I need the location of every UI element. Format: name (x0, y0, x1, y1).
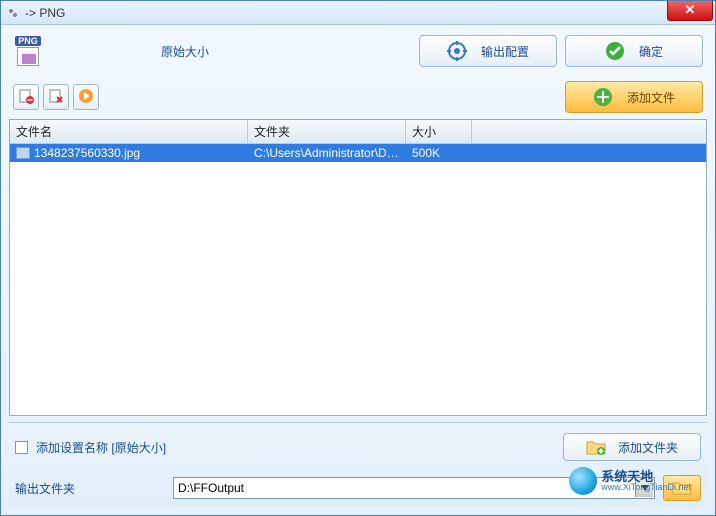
add-files-label: 添加文件 (627, 89, 675, 106)
ok-label: 确定 (639, 43, 663, 60)
append-row: 添加设置名称 [原始大小] 添加文件夹 (15, 433, 701, 461)
original-size-label: 原始大小 (161, 43, 209, 60)
cell-folder: C:\Users\Administrator\Des... (248, 145, 406, 161)
file-table: 文件名 文件夹 大小 1348237560330.jpg C:\Users\Ad… (9, 119, 707, 416)
window-title: -> PNG (25, 6, 65, 20)
folder-add-icon (586, 438, 606, 456)
bottom-panel: 添加设置名称 [原始大小] 添加文件夹 输出文件夹 D:\FFOutput (9, 422, 707, 507)
remove-icon (18, 88, 34, 107)
dropdown-arrow-icon (635, 479, 653, 497)
folder-open-icon (672, 480, 692, 496)
play-button[interactable] (73, 84, 99, 110)
plus-icon (593, 87, 613, 107)
app-window: -> PNG ✕ PNG 原始大小 输出配置 确定 (0, 0, 716, 516)
browse-button[interactable] (663, 475, 701, 501)
delete-icon (48, 88, 64, 107)
top-row: PNG 原始大小 输出配置 确定 (9, 33, 707, 75)
cell-name: 1348237560330.jpg (34, 146, 140, 160)
remove-button[interactable] (13, 84, 39, 110)
app-icon (5, 5, 21, 21)
ok-button[interactable]: 确定 (565, 35, 703, 67)
col-size[interactable]: 大小 (406, 120, 472, 143)
add-folder-label: 添加文件夹 (618, 439, 678, 456)
output-row: 输出文件夹 D:\FFOutput 系统天地 www.X (15, 475, 701, 501)
col-empty (472, 120, 706, 143)
format-doc-icon (17, 47, 39, 66)
play-icon (78, 88, 94, 107)
col-folder[interactable]: 文件夹 (248, 120, 406, 143)
output-config-label: 输出配置 (481, 43, 529, 60)
delete-button[interactable] (43, 84, 69, 110)
check-icon (605, 41, 625, 61)
output-config-button[interactable]: 输出配置 (419, 35, 557, 67)
output-folder-value: D:\FFOutput (178, 481, 244, 495)
file-icon (16, 147, 30, 159)
append-setting-label: 添加设置名称 [原始大小] (36, 439, 166, 456)
toolbar-row: 添加文件 (9, 81, 707, 113)
add-folder-button[interactable]: 添加文件夹 (563, 433, 701, 461)
table-row[interactable]: 1348237560330.jpg C:\Users\Administrator… (10, 144, 706, 162)
col-name[interactable]: 文件名 (10, 120, 248, 143)
table-body[interactable]: 1348237560330.jpg C:\Users\Administrator… (10, 144, 706, 415)
format-tag: PNG (15, 36, 41, 46)
output-folder-select[interactable]: D:\FFOutput (173, 477, 655, 499)
table-header: 文件名 文件夹 大小 (10, 120, 706, 144)
append-setting-checkbox[interactable] (15, 441, 28, 454)
titlebar: -> PNG ✕ (1, 1, 715, 25)
close-button[interactable]: ✕ (667, 1, 713, 21)
output-folder-label: 输出文件夹 (15, 480, 165, 497)
format-badge: PNG (13, 36, 43, 66)
gear-icon (447, 41, 467, 61)
cell-size: 500K (406, 145, 472, 161)
add-files-button[interactable]: 添加文件 (565, 81, 703, 113)
content-area: PNG 原始大小 输出配置 确定 (1, 25, 715, 515)
